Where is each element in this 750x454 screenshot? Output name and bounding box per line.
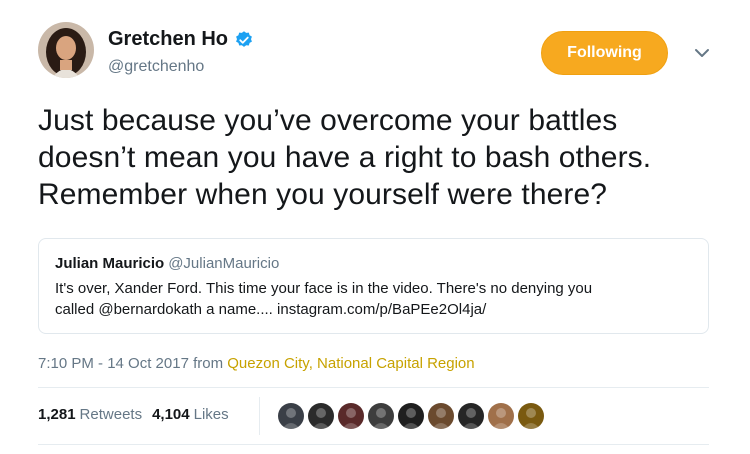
liker-avatars	[278, 403, 548, 429]
stats-separator	[259, 397, 260, 435]
verified-badge-icon	[236, 30, 252, 47]
tweet-location-link[interactable]: Quezon City, National Capital Region	[227, 355, 474, 372]
likes-label: Likes	[193, 406, 229, 423]
tweet-timestamp[interactable]: 7:10 PM - 14 Oct 2017 from	[38, 355, 227, 372]
quoted-author-name: Julian Mauricio	[55, 255, 165, 272]
liker-avatar[interactable]	[398, 403, 424, 429]
user-avatar-icon	[522, 408, 540, 429]
liker-avatar[interactable]	[308, 403, 334, 429]
user-avatar-icon	[432, 408, 450, 429]
user-avatar-icon	[492, 408, 510, 429]
quoted-tweet-text: It's over, Xander Ford. This time your f…	[55, 278, 685, 320]
tweet-metadata: 7:10 PM - 14 Oct 2017 from Quezon City, …	[38, 355, 475, 372]
tweet-text-line: Just because you’ve overcome your battle…	[38, 104, 618, 137]
likes-stat[interactable]: 4,104 Likes	[152, 406, 229, 423]
quoted-tweet-line: It's over, Xander Ford. This time your f…	[55, 280, 593, 297]
user-avatar-icon	[372, 408, 390, 429]
liker-avatar[interactable]	[428, 403, 454, 429]
chevron-down-icon[interactable]	[693, 44, 711, 62]
retweets-stat[interactable]: 1,281 Retweets	[38, 406, 142, 423]
retweets-label: Retweets	[79, 406, 143, 423]
following-button[interactable]: Following	[541, 31, 668, 75]
likes-count: 4,104	[152, 406, 190, 423]
quoted-tweet-header: Julian Mauricio @JulianMauricio	[55, 254, 692, 274]
liker-avatar[interactable]	[368, 403, 394, 429]
liker-avatar[interactable]	[458, 403, 484, 429]
quoted-tweet[interactable]: Julian Mauricio @JulianMauricio It's over…	[38, 238, 709, 334]
author-avatar[interactable]	[38, 22, 94, 78]
user-avatar-icon	[462, 408, 480, 429]
retweets-count: 1,281	[38, 406, 76, 423]
liker-avatar[interactable]	[488, 403, 514, 429]
liker-avatar[interactable]	[278, 403, 304, 429]
user-avatar-icon	[402, 408, 420, 429]
user-avatar-icon	[342, 408, 360, 429]
tweet-text-line: doesn’t mean you have a right to bash ot…	[38, 141, 652, 174]
author-name[interactable]: Gretchen Ho	[108, 28, 228, 51]
liker-avatar[interactable]	[518, 403, 544, 429]
tweet-text: Just because you’ve overcome your battle…	[38, 102, 728, 213]
author-handle[interactable]: @gretchenho	[108, 58, 204, 76]
author-name-row: Gretchen Ho	[108, 28, 254, 51]
divider	[38, 387, 709, 388]
tweet-text-line: Remember when you yourself were there?	[38, 178, 608, 211]
tweet-stats: 1,281 Retweets 4,104 Likes	[38, 406, 239, 423]
liker-avatar[interactable]	[338, 403, 364, 429]
quoted-tweet-line: called @bernardokath a name.... instagra…	[55, 301, 487, 318]
divider	[38, 444, 709, 445]
user-avatar-icon	[312, 408, 330, 429]
user-avatar-icon	[282, 408, 300, 429]
quoted-author-handle: @JulianMauricio	[168, 255, 280, 272]
profile-photo-icon	[38, 22, 94, 78]
